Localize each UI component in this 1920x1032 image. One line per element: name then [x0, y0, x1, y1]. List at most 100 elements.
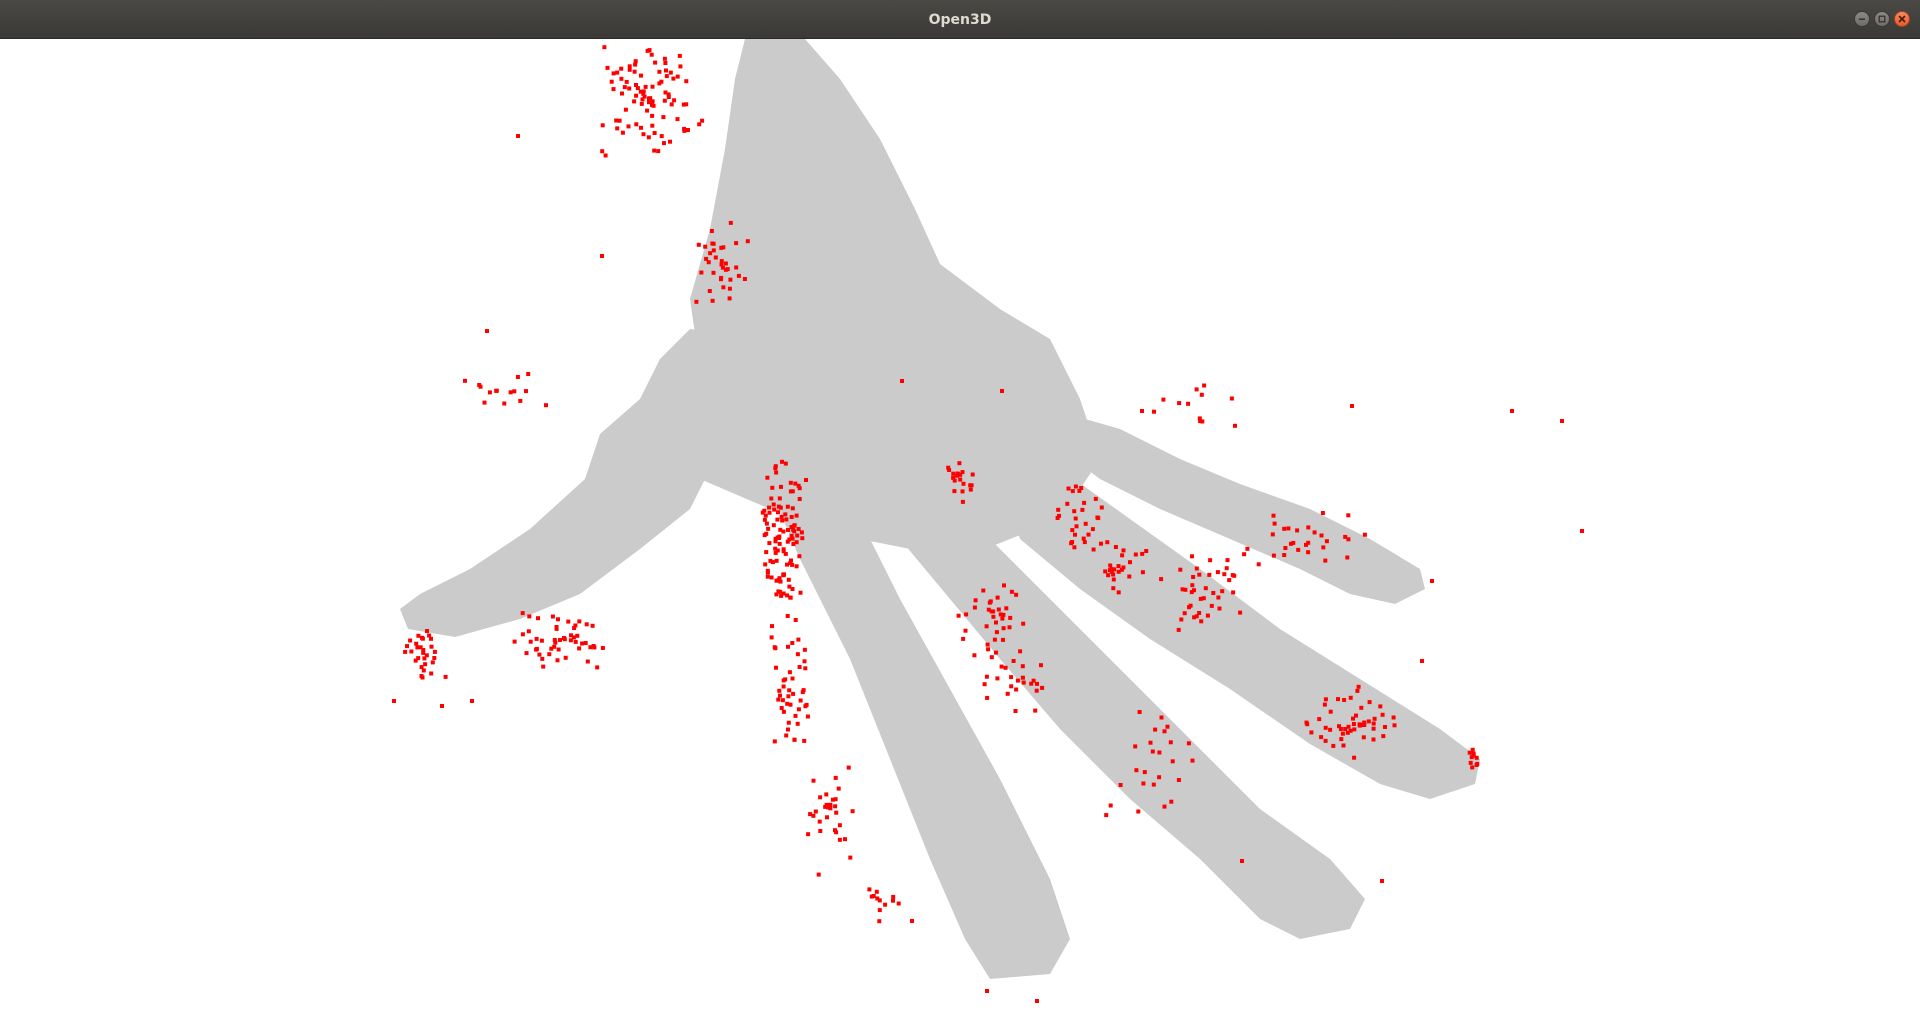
- outlier-point: [627, 64, 632, 69]
- outlier-point: [1208, 558, 1213, 563]
- outlier-point: [874, 889, 879, 894]
- outlier-point: [1176, 627, 1181, 632]
- outlier-point: [1015, 678, 1020, 683]
- outlier-point: [1186, 401, 1191, 406]
- outlier-point: [1282, 526, 1287, 531]
- open3d-window: Open3D: [0, 0, 1920, 1032]
- outlier-point: [1225, 558, 1230, 563]
- outlier-point: [1322, 702, 1327, 707]
- outlier-point: [1323, 738, 1328, 743]
- outlier-point: [986, 647, 991, 652]
- outlier-point: [409, 649, 414, 654]
- 3d-render-viewport[interactable]: [0, 39, 1920, 1032]
- outlier-point: [1104, 813, 1109, 818]
- outlier-point: [1380, 879, 1384, 883]
- outlier-point: [1152, 409, 1156, 414]
- outlier-point: [803, 666, 808, 671]
- outlier-point: [1345, 730, 1350, 735]
- outlier-point: [786, 644, 790, 649]
- outlier-point: [1140, 409, 1144, 413]
- outlier-point: [647, 48, 652, 53]
- outlier-point: [1176, 778, 1181, 782]
- outlier-point: [649, 52, 654, 57]
- outlier-point: [603, 153, 608, 158]
- outlier-point: [985, 695, 990, 700]
- outlier-point: [790, 587, 795, 591]
- outlier-point: [818, 829, 823, 833]
- outlier-point: [1580, 529, 1584, 533]
- outlier-point: [1159, 577, 1164, 582]
- outlier-point: [767, 541, 772, 546]
- outlier-point: [675, 117, 680, 122]
- minimize-button[interactable]: [1854, 11, 1870, 27]
- outlier-point: [774, 592, 779, 597]
- outlier-point: [784, 517, 789, 522]
- outlier-point: [1140, 551, 1145, 556]
- close-button[interactable]: [1894, 11, 1910, 27]
- outlier-point: [580, 641, 585, 646]
- outlier-point: [634, 122, 639, 127]
- outlier-point: [1220, 589, 1225, 594]
- outlier-point: [403, 649, 408, 654]
- outlier-point: [1469, 755, 1474, 760]
- outlier-point: [800, 690, 805, 695]
- outlier-point: [641, 89, 646, 94]
- outlier-point: [800, 536, 805, 541]
- outlier-point: [986, 607, 991, 612]
- outlier-point: [964, 612, 969, 617]
- outlier-point: [1256, 562, 1261, 567]
- outlier-point: [774, 665, 778, 670]
- outlier-point: [659, 134, 664, 139]
- outlier-point: [1272, 521, 1277, 526]
- outlier-point: [825, 815, 829, 820]
- outlier-point: [785, 539, 790, 544]
- outlier-point: [775, 535, 780, 540]
- outlier-point: [1116, 590, 1121, 595]
- outlier-point: [875, 896, 880, 901]
- outlier-point: [502, 401, 507, 406]
- outlier-point: [734, 241, 739, 246]
- outlier-point: [1391, 715, 1396, 720]
- outlier-point: [478, 384, 483, 389]
- outlier-point: [635, 86, 640, 91]
- outlier-point: [1321, 545, 1326, 550]
- outlier-point: [1148, 740, 1153, 745]
- outlier-point: [1142, 770, 1147, 775]
- outlier-point: [1339, 737, 1344, 742]
- outlier-point: [686, 128, 690, 132]
- outlier-point: [723, 261, 728, 266]
- outlier-point: [1283, 546, 1288, 550]
- outlier-point: [1201, 596, 1206, 601]
- outlier-point: [713, 255, 718, 260]
- outlier-point: [1039, 663, 1043, 668]
- outlier-point: [791, 527, 796, 532]
- outlier-point: [995, 595, 1000, 600]
- title-bar[interactable]: Open3D: [0, 0, 1920, 39]
- outlier-point: [1240, 859, 1244, 863]
- outlier-point: [763, 562, 768, 567]
- outlier-point: [1121, 565, 1126, 570]
- outlier-point: [577, 646, 582, 651]
- outlier-point: [1336, 697, 1340, 702]
- outlier-point: [780, 518, 785, 523]
- outlier-point: [656, 149, 661, 154]
- outlier-point: [783, 677, 788, 682]
- outlier-point: [818, 795, 823, 800]
- maximize-button[interactable]: [1874, 11, 1890, 27]
- outlier-point: [566, 619, 571, 624]
- outlier-point: [969, 483, 974, 488]
- outlier-point: [1186, 741, 1191, 746]
- outlier-point: [952, 489, 957, 494]
- outlier-point: [1320, 511, 1325, 515]
- outlier-point: [787, 688, 792, 693]
- outlier-point: [910, 919, 914, 923]
- outlier-point: [1111, 577, 1116, 582]
- outlier-point: [788, 480, 793, 485]
- outlier-point: [632, 69, 637, 74]
- outlier-point: [896, 901, 901, 906]
- point-cloud-canvas[interactable]: [0, 39, 1920, 1032]
- outlier-point: [408, 638, 413, 643]
- outlier-point: [544, 403, 548, 408]
- outlier-point: [837, 837, 842, 842]
- outlier-point: [994, 620, 998, 625]
